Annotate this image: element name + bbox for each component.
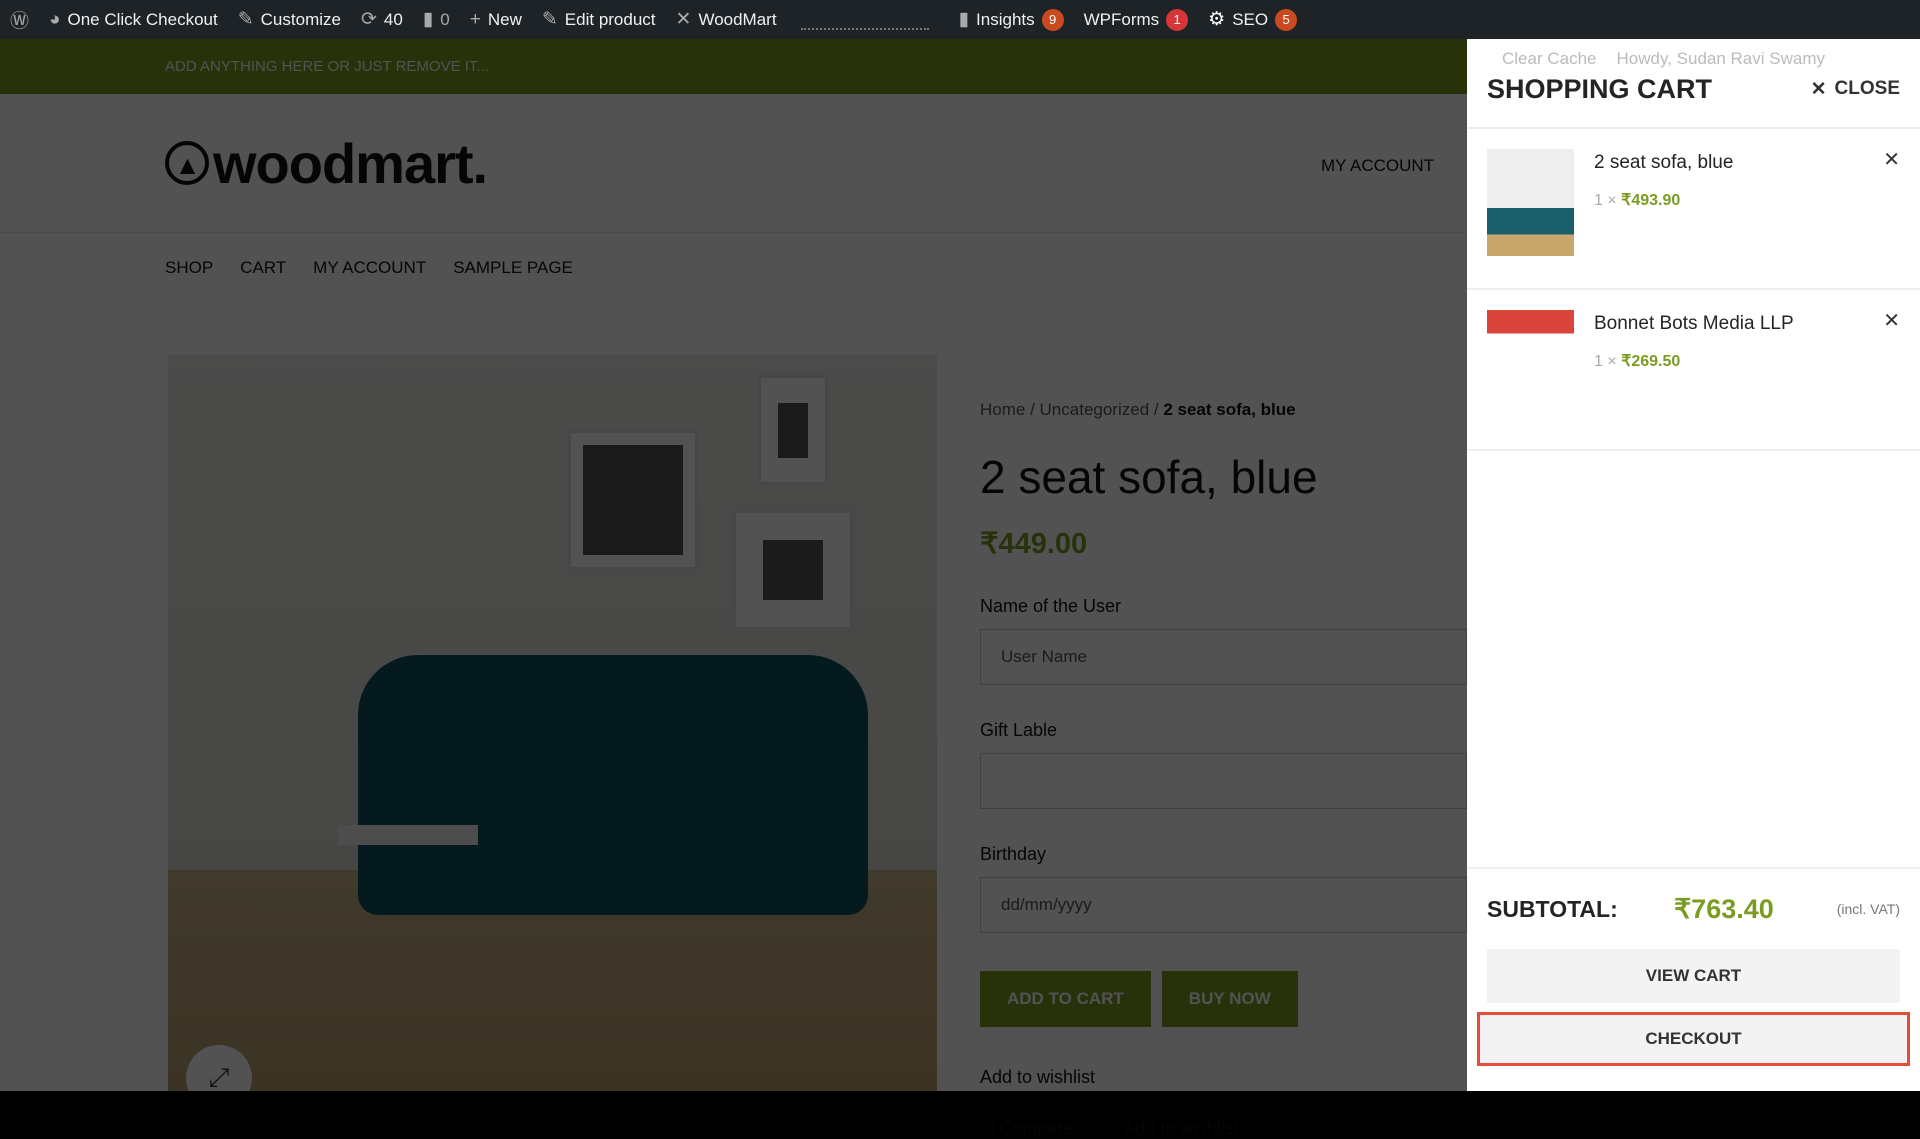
add-to-cart-button[interactable]: ADD TO CART (980, 971, 1151, 1027)
add-to-wishlist-link[interactable]: Add to wishlist (980, 1067, 1467, 1088)
label: Compare (999, 1118, 1074, 1138)
logo-text: woodmart. (213, 131, 488, 195)
new-link[interactable]: + New (460, 0, 532, 39)
tree-icon: ▲ (165, 141, 209, 185)
item-qty: 1 × (1594, 192, 1617, 209)
howdy-link[interactable]: Howdy, Sudan Ravi Swamy (1617, 49, 1826, 69)
label: New (487, 9, 522, 29)
label: Insights (976, 9, 1035, 29)
woodmart-link[interactable]: ✕ WoodMart (666, 0, 787, 39)
wpforms-link[interactable]: WPForms 1 (1074, 0, 1199, 39)
checkout-button[interactable]: CHECKOUT (1477, 1012, 1910, 1066)
one-click-checkout-link[interactable]: ◕ One Click Checkout (39, 0, 228, 39)
insights-link[interactable]: ▮ Insights 9 (949, 0, 1074, 39)
comments-link[interactable]: ▮ 0 (413, 0, 460, 39)
item-name[interactable]: 2 seat sofa, blue (1594, 152, 1733, 174)
close-button[interactable]: ✕ CLOSE (1811, 78, 1900, 101)
crumb-home[interactable]: Home (980, 400, 1025, 419)
label: 40 (383, 9, 403, 29)
remove-item-icon[interactable]: ✕ (1883, 147, 1900, 172)
promo-text: ADD ANYTHING HERE OR JUST REMOVE IT... (165, 58, 489, 75)
clear-cache-link[interactable]: Clear Cache (1502, 49, 1597, 69)
crumb-category[interactable]: Uncategorized (1040, 400, 1150, 419)
label: Customize (260, 9, 341, 29)
heart-icon: ♡ (1103, 1118, 1120, 1138)
item-name[interactable]: Bonnet Bots Media LLP (1594, 313, 1794, 335)
comment-icon: ▮ (422, 9, 434, 30)
picture-frame (733, 510, 853, 630)
nav-cart[interactable]: CART (240, 258, 286, 278)
edit-product-link[interactable]: ✎ Edit product (532, 0, 666, 39)
customize-link[interactable]: ✎ Customize (228, 0, 351, 39)
admin-bar-hidden-items: Clear Cache Howdy, Sudan Ravi Swamy (1502, 49, 1825, 69)
site-logo[interactable]: ▲ woodmart. (165, 131, 488, 196)
admin-bar: Ⓦ ◕ One Click Checkout ✎ Customize ⟳ 40 ▮ 0 … (0, 0, 1920, 39)
subtotal-value: ₹763.40 (1674, 893, 1774, 924)
field-label: Name of the User (980, 596, 1122, 616)
item-thumbnail[interactable] (1487, 149, 1574, 256)
label: 0 (440, 9, 450, 29)
label: Add to wishlist (1123, 1118, 1239, 1138)
cart-item: 2 seat sofa, blue 1 × ₹493.90 ✕ (1467, 129, 1920, 290)
field-label: Birthday (980, 844, 1047, 864)
cart-title: SHOPPING CART (1487, 73, 1713, 104)
view-cart-button[interactable]: VIEW CART (1487, 949, 1900, 1003)
wishlist-link[interactable]: ♡ Add to wishlist (1103, 1118, 1238, 1139)
nav-sample-page[interactable]: SAMPLE PAGE (453, 258, 573, 278)
count-badge: 1 (1166, 8, 1189, 31)
picture-frame (758, 375, 828, 485)
dashboard-icon: ◕ (49, 8, 61, 30)
shuffle-icon: ⤨ (980, 1118, 995, 1138)
updates-link[interactable]: ⟳ 40 (351, 0, 413, 39)
count-badge: 5 (1275, 8, 1298, 31)
updates-icon: ⟳ (360, 9, 377, 30)
compare-link[interactable]: ⤨ Compare (980, 1118, 1073, 1139)
cart-sidebar: Clear Cache Howdy, Sudan Ravi Swamy SHOPP… (1467, 39, 1920, 1091)
item-price: ₹269.50 (1621, 353, 1681, 370)
item-price: ₹493.90 (1621, 192, 1681, 209)
picture-frame (568, 430, 698, 570)
label: Edit product (564, 9, 656, 29)
remove-item-icon[interactable]: ✕ (1883, 308, 1900, 333)
cart-item: Bonnet Bots Media LLP 1 × ₹269.50 ✕ (1467, 290, 1920, 451)
bar-chart-icon: ▮ (958, 9, 970, 30)
vat-note: (incl. VAT) (1836, 901, 1900, 917)
brush-icon: ✎ (237, 9, 254, 30)
product-title: 2 seat sofa, blue (980, 451, 1318, 503)
product-summary: Home / Uncategorized / 2 seat sofa, blue… (980, 355, 1467, 1139)
header-my-account[interactable]: MY ACCOUNT (1321, 156, 1434, 176)
gift-label-input[interactable] (980, 753, 1467, 809)
side-table (338, 825, 478, 1045)
plus-icon: + (469, 8, 481, 30)
birthday-input[interactable]: dd/mm/yyyy (980, 877, 1467, 933)
seo-link[interactable]: ⚙ SEO 5 (1198, 0, 1307, 39)
label: WoodMart (698, 9, 777, 29)
label: One Click Checkout (67, 9, 218, 29)
label: CLOSE (1834, 77, 1900, 99)
nav-shop[interactable]: SHOP (165, 258, 213, 278)
wordpress-icon: Ⓦ (10, 11, 30, 32)
nav-my-account[interactable]: MY ACCOUNT (313, 258, 426, 278)
subtotal-label: SUBTOTAL: (1487, 895, 1618, 922)
label: SEO (1232, 9, 1269, 29)
item-qty: 1 × (1594, 353, 1617, 370)
item-thumbnail[interactable] (1487, 310, 1574, 417)
product-price: ₹449.00 (980, 528, 1088, 560)
woodmart-icon: ✕ (675, 9, 692, 30)
user-name-input[interactable]: User Name (980, 629, 1467, 685)
crumb-current: 2 seat sofa, blue (1163, 400, 1296, 419)
field-label: Gift Lable (980, 720, 1058, 740)
wordpress-menu[interactable]: Ⓦ (0, 0, 39, 39)
label: WPForms (1083, 9, 1160, 29)
product-image[interactable]: ⤢ (168, 355, 937, 1091)
count-badge: 9 (1041, 8, 1064, 31)
gear-icon: ⚙ (1208, 9, 1226, 30)
admin-search-placeholder[interactable] (800, 10, 929, 30)
expand-icon: ⤢ (208, 1062, 230, 1091)
close-icon: ✕ (1810, 78, 1827, 100)
breadcrumb: Home / Uncategorized / 2 seat sofa, blue (980, 400, 1296, 419)
fullscreen-button[interactable]: ⤢ (186, 1045, 252, 1091)
buy-now-button[interactable]: BUY NOW (1161, 971, 1298, 1027)
pencil-icon: ✎ (541, 9, 558, 30)
